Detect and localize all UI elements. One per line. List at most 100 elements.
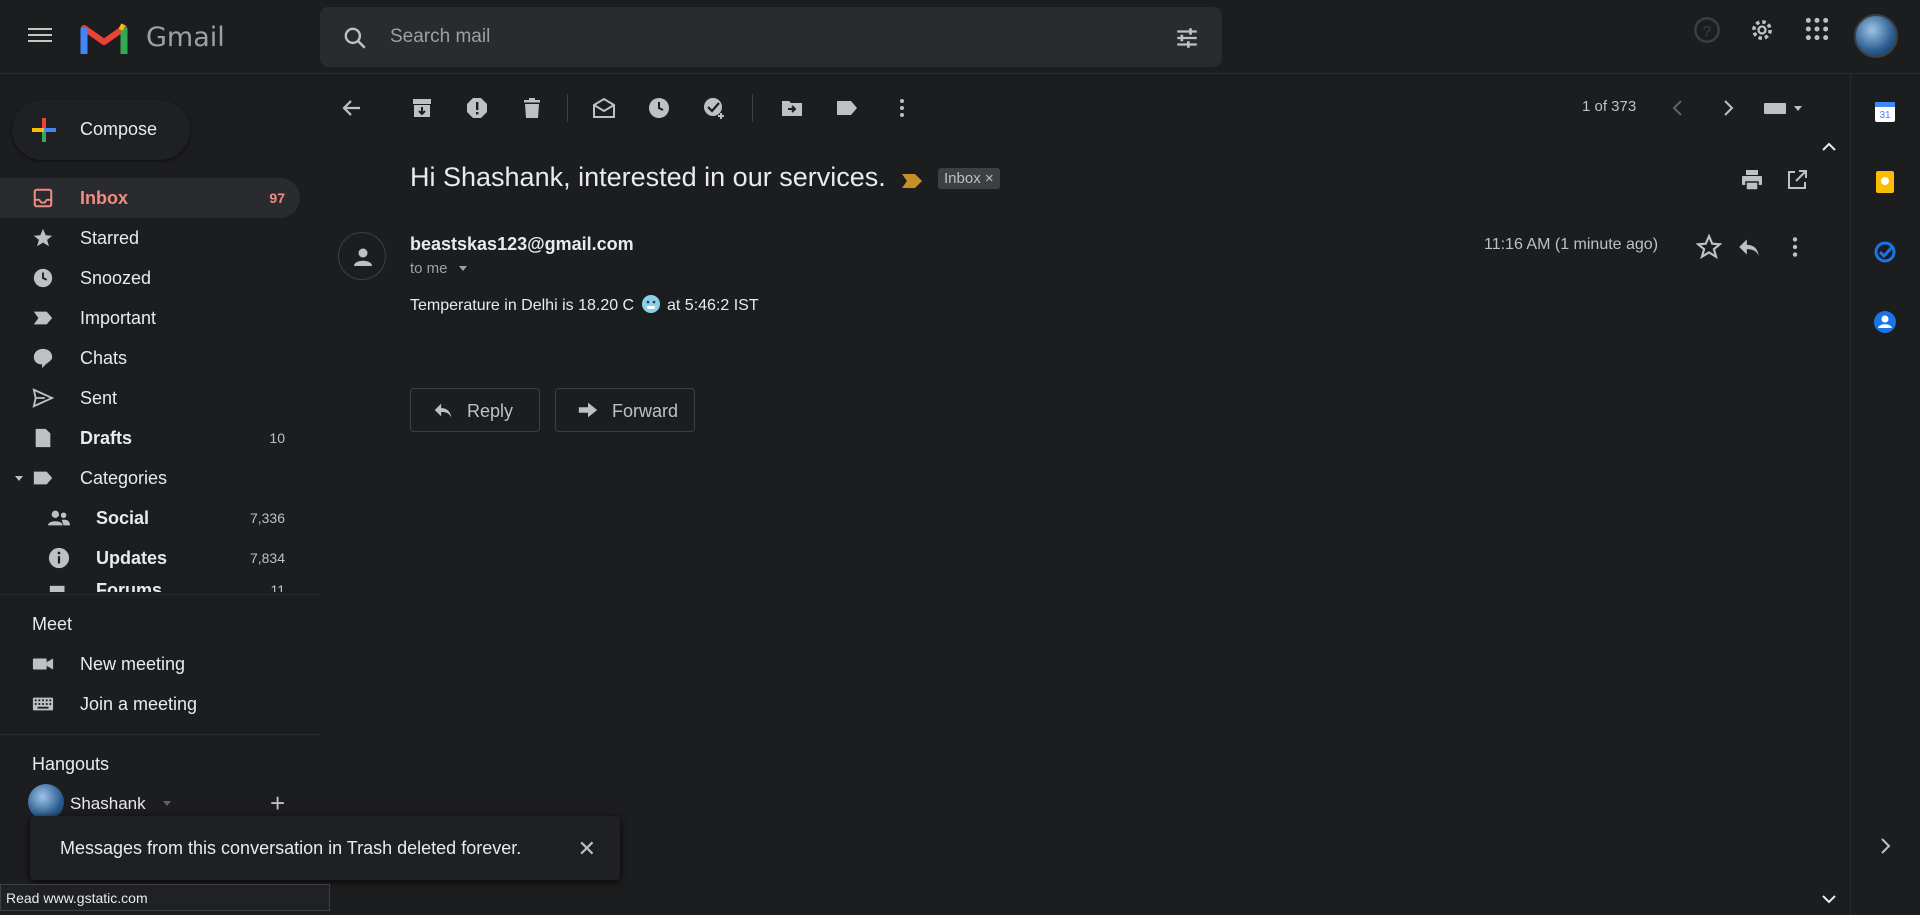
help-icon[interactable]: ? xyxy=(1693,16,1721,44)
contacts-icon[interactable] xyxy=(1873,310,1897,334)
chevron-right-icon[interactable] xyxy=(1716,96,1740,120)
menu-icon[interactable] xyxy=(28,24,52,48)
search-input[interactable]: Search mail xyxy=(390,26,490,48)
browser-status-bar: Read www.gstatic.com xyxy=(0,884,330,911)
email-body-text: at 5:46:2 IST xyxy=(667,297,759,314)
toolbar-divider xyxy=(567,94,568,122)
pagination-text: 1 of 373 xyxy=(1582,98,1637,115)
divider xyxy=(0,734,320,735)
spam-icon[interactable] xyxy=(465,96,489,120)
sidebar-item-label: Social xyxy=(96,508,150,528)
sender-avatar[interactable] xyxy=(338,232,386,280)
people-icon xyxy=(48,510,70,526)
mark-unread-icon[interactable] xyxy=(592,96,616,120)
forward-button[interactable]: Forward xyxy=(555,388,695,432)
email-subject: Hi Shashank, interested in our services. xyxy=(410,162,886,192)
email-timestamp: 11:16 AM (1 minute ago) xyxy=(1484,236,1659,253)
caret-down-icon[interactable] xyxy=(14,473,24,483)
snooze-icon xyxy=(33,268,53,288)
open-in-new-window-icon[interactable] xyxy=(1785,168,1809,192)
draft-count: 10 xyxy=(269,430,285,446)
join-meeting-button[interactable]: Join a meeting xyxy=(0,684,300,724)
sidebar-item-sent[interactable]: Sent xyxy=(0,378,300,418)
add-contact-icon[interactable]: + xyxy=(270,788,285,819)
sidebar-item-label: Snoozed xyxy=(80,268,152,288)
sidebar-item-snoozed[interactable]: Snoozed xyxy=(0,258,300,298)
meet-heading: Meet xyxy=(32,614,73,634)
tasks-icon[interactable] xyxy=(1873,240,1897,264)
more-icon[interactable] xyxy=(890,96,914,120)
new-meeting-label: New meeting xyxy=(80,654,186,674)
search-icon[interactable] xyxy=(342,25,368,51)
reply-icon[interactable] xyxy=(1736,234,1762,260)
scroll-up-icon[interactable] xyxy=(1820,140,1838,154)
important-icon xyxy=(33,311,53,325)
calendar-icon[interactable]: 31 xyxy=(1873,100,1897,124)
snooze-icon[interactable] xyxy=(647,96,671,120)
caret-down-icon[interactable] xyxy=(458,265,468,273)
compose-label: Compose xyxy=(80,119,158,139)
back-icon[interactable] xyxy=(340,96,364,120)
search-bar[interactable]: Search mail xyxy=(320,7,1222,67)
draft-icon xyxy=(35,428,51,448)
sender-email[interactable]: beastskas123@gmail.com xyxy=(410,234,634,255)
add-task-icon[interactable] xyxy=(702,96,726,120)
sidebar-item-label: Inbox xyxy=(80,188,128,208)
sidebar-item-starred[interactable]: Starred xyxy=(0,218,300,258)
videocam-icon xyxy=(32,658,54,670)
hangouts-avatar[interactable] xyxy=(28,784,64,820)
gmail-logo[interactable] xyxy=(80,20,128,56)
keep-icon[interactable] xyxy=(1873,170,1897,194)
new-meeting-button[interactable]: New meeting xyxy=(0,644,300,684)
keyboard-icon xyxy=(32,697,54,711)
join-meeting-label: Join a meeting xyxy=(80,694,198,714)
chevron-left-icon[interactable] xyxy=(1666,96,1690,120)
move-to-icon[interactable] xyxy=(780,96,804,120)
tune-icon[interactable] xyxy=(1174,25,1200,51)
inbox-icon xyxy=(33,188,53,208)
sidebar-item-chats[interactable]: Chats xyxy=(0,338,300,378)
sidebar-item-label: Updates xyxy=(96,548,168,568)
forward-icon xyxy=(578,402,598,418)
caret-down-icon[interactable] xyxy=(162,800,172,808)
sidebar-item-inbox[interactable]: Inbox 97 xyxy=(0,178,300,218)
account-avatar[interactable] xyxy=(1854,14,1898,58)
sidebar-item-social[interactable]: Social 7,336 xyxy=(0,498,300,538)
sidebar: Compose Inbox 97 Starred Snoozed Importa… xyxy=(0,74,320,915)
reply-button[interactable]: Reply xyxy=(410,388,540,432)
chat-icon xyxy=(33,348,53,369)
sidebar-item-important[interactable]: Important xyxy=(0,298,300,338)
more-icon[interactable] xyxy=(1782,234,1808,260)
svg-text:31: 31 xyxy=(1879,110,1891,121)
scroll-down-icon[interactable] xyxy=(1820,892,1838,906)
hangouts-user-name[interactable]: Shashank xyxy=(70,794,146,814)
archive-icon[interactable] xyxy=(410,96,434,120)
sidebar-item-label: Forums xyxy=(96,580,163,592)
label-icon[interactable] xyxy=(835,96,859,120)
email-body: Temperature in Delhi is 18.20 C at 5:46:… xyxy=(410,294,759,315)
svg-text:?: ? xyxy=(1703,23,1711,40)
sidebar-item-label: Categories xyxy=(80,468,168,488)
important-marker-icon[interactable] xyxy=(902,174,922,188)
compose-button[interactable]: Compose xyxy=(12,100,190,160)
sidebar-item-forums[interactable]: Forums 11 xyxy=(0,578,300,592)
remove-label-icon[interactable]: × xyxy=(985,170,994,187)
label-icon xyxy=(33,471,53,485)
recipient-details[interactable]: to me xyxy=(410,260,468,277)
plus-icon xyxy=(32,118,56,142)
gear-icon[interactable] xyxy=(1748,16,1776,44)
chevron-right-icon[interactable] xyxy=(1873,834,1897,858)
label-chip-text: Inbox xyxy=(944,170,981,187)
input-tools-icon[interactable] xyxy=(1762,96,1806,120)
star-icon[interactable] xyxy=(1696,234,1722,260)
recipient-text: to me xyxy=(410,260,448,277)
sidebar-item-updates[interactable]: Updates 7,834 xyxy=(0,538,300,578)
reply-icon xyxy=(434,403,452,418)
sidebar-item-categories[interactable]: Categories xyxy=(0,458,300,498)
sidebar-item-drafts[interactable]: Drafts 10 xyxy=(0,418,300,458)
sidebar-item-label: Important xyxy=(80,308,157,328)
print-icon[interactable] xyxy=(1740,168,1764,192)
apps-icon[interactable] xyxy=(1804,16,1830,42)
category-count: 11 xyxy=(270,582,285,592)
delete-icon[interactable] xyxy=(520,96,544,120)
